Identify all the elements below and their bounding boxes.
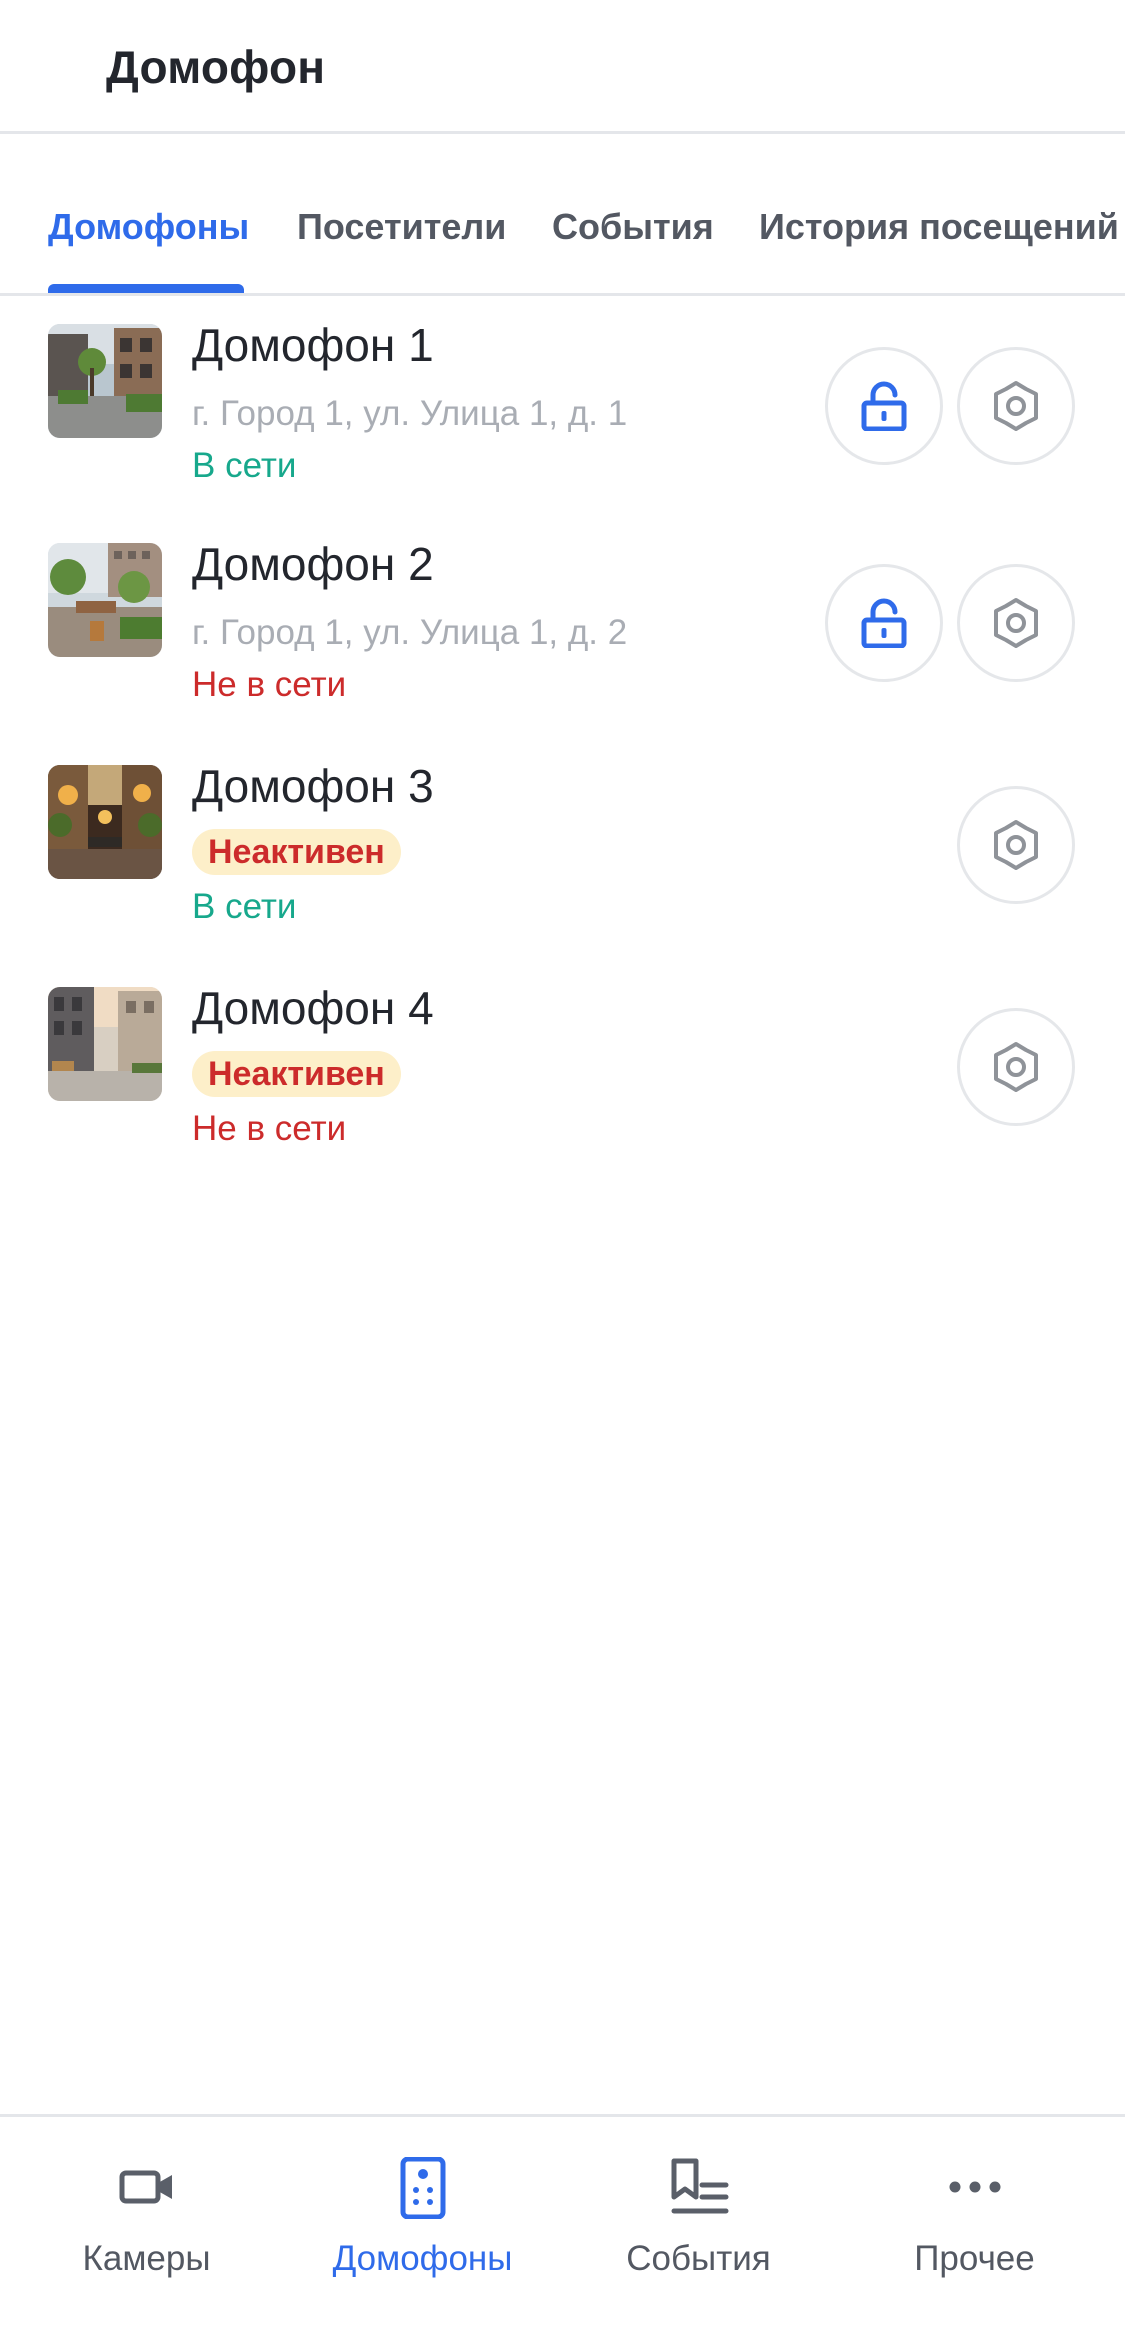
nav-label: События [626,2239,771,2278]
connection-status: Не в сети [192,1109,347,1148]
nav-item-intercoms[interactable]: Домофоны [282,2117,563,2334]
intercom-thumbnail [48,987,162,1101]
tab-bar: Домофоны Посетители События История посе… [0,134,1125,296]
gear-icon [994,820,1038,870]
unlock-icon [861,598,907,648]
unlock-button[interactable] [825,347,943,465]
inactive-badge: Неактивен [192,1051,401,1097]
nav-item-more[interactable]: Прочее [834,2117,1115,2334]
gear-icon [994,381,1038,431]
active-tab-indicator [48,284,244,293]
intercom-title: Домофон 3 [192,760,434,812]
settings-button[interactable] [957,786,1075,904]
nav-item-cameras[interactable]: Камеры [6,2117,287,2334]
tab-visitors[interactable]: Посетители [297,206,506,248]
intercom-row[interactable]: Домофон 3 Неактивен В сети [0,760,1125,965]
intercom-row[interactable]: Домофон 4 Неактивен Не в сети [0,982,1125,1187]
intercom-thumbnail [48,324,162,438]
unlock-button[interactable] [825,564,943,682]
connection-status: Не в сети [192,665,347,704]
intercom-thumbnail [48,765,162,879]
intercom-row[interactable]: Домофон 1 г. Город 1, ул. Улица 1, д. 1 … [0,319,1125,524]
nav-label: Прочее [914,2239,1035,2278]
page-title: Домофон [106,41,326,93]
more-dots-icon [949,2181,1000,2193]
tab-visit-history[interactable]: История посещений [759,206,1119,248]
intercom-address: г. Город 1, ул. Улица 1, д. 1 [192,394,628,433]
gear-icon [994,1042,1038,1092]
intercom-title: Домофон 4 [192,982,434,1034]
nav-item-events[interactable]: События [558,2117,839,2334]
intercom-thumbnail [48,543,162,657]
intercom-address: г. Город 1, ул. Улица 1, д. 2 [192,613,628,652]
video-camera-icon [119,2170,172,2204]
settings-button[interactable] [957,1008,1075,1126]
connection-status: В сети [192,446,297,485]
tab-events[interactable]: События [552,206,714,248]
inactive-badge: Неактивен [192,829,401,875]
intercom-row[interactable]: Домофон 2 г. Город 1, ул. Улица 1, д. 2 … [0,538,1125,743]
nav-label: Домофоны [332,2239,513,2278]
connection-status: В сети [192,887,297,926]
intercom-icon [400,2157,445,2219]
unlock-icon [861,381,907,431]
gear-icon [994,598,1038,648]
bottom-navigation: Камеры Домофоны События Прочее [0,2114,1125,2334]
settings-button[interactable] [957,564,1075,682]
intercom-title: Домофон 2 [192,538,434,590]
settings-button[interactable] [957,347,1075,465]
tab-intercoms[interactable]: Домофоны [48,206,249,248]
app-bar: Домофон [0,0,1125,134]
nav-label: Камеры [82,2239,211,2278]
events-list-icon [671,2158,728,2214]
intercom-title: Домофон 1 [192,319,434,371]
